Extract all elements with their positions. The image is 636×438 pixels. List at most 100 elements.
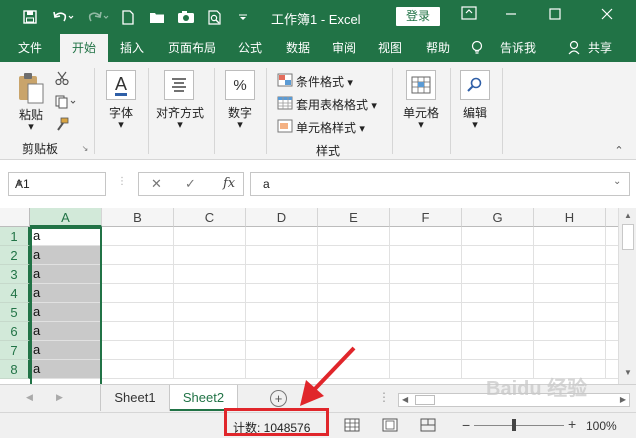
cell[interactable] [318, 303, 390, 322]
cell[interactable] [606, 265, 618, 284]
cell[interactable] [174, 360, 246, 379]
cell[interactable] [534, 322, 606, 341]
row-header-5[interactable]: 5 [0, 303, 30, 322]
cell[interactable] [534, 227, 606, 246]
formula-bar-grip-icon[interactable]: ⋮ [117, 176, 127, 187]
cell[interactable] [606, 246, 618, 265]
cell[interactable]: a [30, 360, 102, 379]
tab-split-grip-icon[interactable]: ⋮ [378, 390, 390, 404]
insert-function-icon[interactable]: fx [223, 176, 235, 191]
cell[interactable] [102, 265, 174, 284]
conditional-format-icon[interactable] [276, 72, 294, 88]
sheet-tab-sheet1[interactable]: Sheet1 [100, 385, 170, 411]
cell[interactable] [102, 284, 174, 303]
tab-help[interactable]: 帮助 [418, 34, 458, 62]
cell[interactable] [534, 265, 606, 284]
cell[interactable] [606, 341, 618, 360]
cells-dropdown-icon[interactable]: ▾ [398, 118, 444, 131]
tab-tell-me[interactable]: 告诉我 [492, 34, 544, 62]
clipboard-launcher-icon[interactable]: ↘ [80, 144, 90, 153]
tab-data[interactable]: 数据 [278, 34, 318, 62]
column-header-c[interactable]: C [174, 208, 246, 227]
cell[interactable] [462, 227, 534, 246]
cell[interactable] [174, 341, 246, 360]
cell[interactable] [606, 227, 618, 246]
cell[interactable] [102, 246, 174, 265]
column-header-a[interactable]: A [30, 208, 102, 227]
column-header-b[interactable]: B [102, 208, 174, 227]
share-button[interactable]: 共享 [584, 34, 616, 62]
cell[interactable] [174, 284, 246, 303]
copy-icon[interactable] [54, 94, 78, 110]
share-person-icon[interactable] [566, 34, 584, 62]
scroll-up-icon[interactable]: ▲ [624, 211, 632, 220]
cell[interactable] [102, 227, 174, 246]
expand-formula-bar-icon[interactable]: ⌄ [613, 176, 621, 187]
collapse-ribbon-icon[interactable]: ⌃ [612, 144, 626, 157]
scroll-down-icon[interactable]: ▼ [624, 368, 632, 377]
scroll-right-icon[interactable]: ▶ [620, 395, 626, 404]
tab-file[interactable]: 文件 [8, 34, 52, 62]
vertical-scrollbar[interactable]: ▲ ▼ [618, 208, 636, 384]
add-sheet-icon[interactable]: + [270, 390, 287, 407]
font-dropdown-icon[interactable]: ▾ [100, 118, 142, 131]
cell[interactable] [318, 246, 390, 265]
name-box-dropdown-icon[interactable]: ▼ [15, 178, 100, 188]
cell[interactable] [606, 360, 618, 379]
maximize-icon[interactable] [542, 6, 568, 26]
cell[interactable] [462, 265, 534, 284]
horizontal-scroll-thumb[interactable] [415, 395, 435, 405]
cell[interactable]: a [30, 341, 102, 360]
name-box[interactable]: A1 ▼ [8, 172, 106, 196]
cell[interactable] [174, 227, 246, 246]
new-file-icon[interactable] [120, 7, 136, 27]
minimize-icon[interactable] [498, 6, 524, 26]
cell[interactable] [534, 246, 606, 265]
alignment-icon[interactable] [164, 70, 194, 100]
redo-icon[interactable] [86, 7, 112, 27]
table-format-icon[interactable] [276, 95, 294, 111]
undo-icon[interactable] [50, 7, 76, 27]
zoom-in-icon[interactable]: + [568, 416, 576, 432]
print-preview-icon[interactable] [206, 7, 224, 27]
cell[interactable]: a [30, 284, 102, 303]
cell[interactable] [390, 322, 462, 341]
cell[interactable] [318, 265, 390, 284]
column-header-d[interactable]: D [246, 208, 318, 227]
column-header-h[interactable]: H [534, 208, 606, 227]
scroll-left-icon[interactable]: ◀ [402, 395, 408, 404]
cell[interactable] [246, 246, 318, 265]
cell[interactable] [390, 303, 462, 322]
cell[interactable] [246, 284, 318, 303]
number-format-icon[interactable]: % [225, 70, 255, 100]
column-header-g[interactable]: G [462, 208, 534, 227]
cell[interactable]: a [30, 303, 102, 322]
editing-dropdown-icon[interactable]: ▾ [454, 118, 496, 131]
zoom-level[interactable]: 100% [586, 419, 617, 433]
cell[interactable] [534, 284, 606, 303]
tab-formulas[interactable]: 公式 [230, 34, 270, 62]
cell[interactable] [174, 303, 246, 322]
select-all-corner[interactable] [0, 208, 30, 227]
cell[interactable] [390, 360, 462, 379]
cell[interactable] [462, 341, 534, 360]
table-format-label[interactable]: 套用表格格式 ▾ [296, 96, 377, 113]
customize-toolbar-icon[interactable] [236, 7, 250, 27]
tab-home[interactable]: 开始 [60, 34, 108, 62]
cell[interactable] [246, 322, 318, 341]
cell[interactable] [174, 246, 246, 265]
row-header-8[interactable]: 8 [0, 360, 30, 379]
cell[interactable] [462, 303, 534, 322]
format-painter-icon[interactable] [54, 116, 70, 132]
paste-dropdown-icon[interactable]: ▾ [14, 120, 48, 133]
number-dropdown-icon[interactable]: ▾ [220, 118, 260, 131]
enter-icon[interactable]: ✓ [185, 176, 196, 192]
zoom-slider-knob[interactable] [512, 419, 516, 431]
cell[interactable] [174, 265, 246, 284]
cell[interactable] [318, 322, 390, 341]
cell[interactable] [606, 284, 618, 303]
cell[interactable] [390, 227, 462, 246]
cell[interactable] [390, 265, 462, 284]
camera-icon[interactable] [176, 7, 196, 27]
cell[interactable] [606, 322, 618, 341]
